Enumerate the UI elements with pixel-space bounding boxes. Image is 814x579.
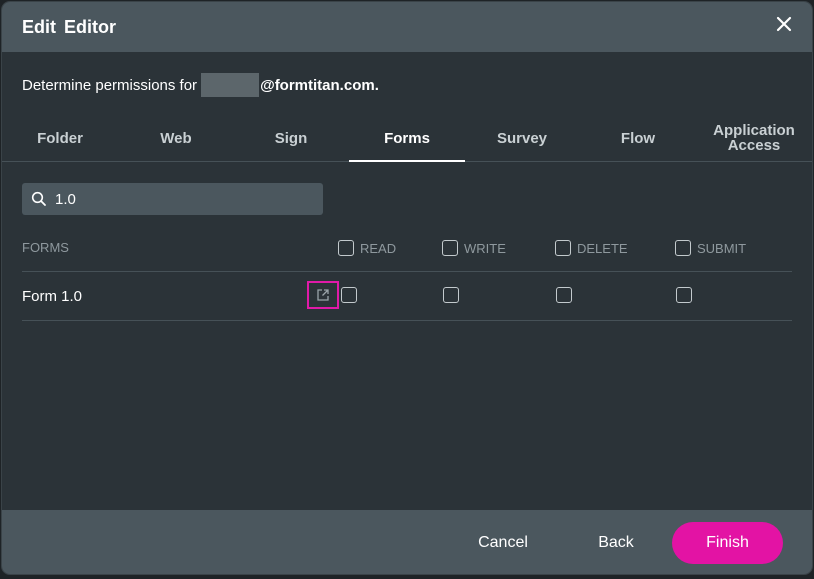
row-submit-checkbox[interactable] [676, 287, 692, 303]
tab-application-access[interactable]: Application Access [696, 115, 812, 161]
external-link-icon [317, 289, 329, 301]
table-row-divider [22, 320, 792, 321]
column-header-write-label: WRITE [464, 240, 506, 256]
column-header-forms: FORMS [22, 240, 69, 255]
close-icon[interactable] [770, 10, 798, 38]
select-all-delete-checkbox[interactable] [555, 240, 571, 256]
tab-folder[interactable]: Folder [2, 115, 118, 161]
row-delete-checkbox[interactable] [556, 287, 572, 303]
dialog-header: Edit Editor [2, 2, 812, 52]
column-header-write: WRITE [442, 240, 506, 256]
column-header-delete-label: DELETE [577, 240, 628, 256]
tab-flow[interactable]: Flow [580, 115, 696, 161]
tab-sign[interactable]: Sign [233, 115, 349, 161]
open-external-button[interactable] [307, 281, 339, 309]
row-read-checkbox[interactable] [341, 287, 357, 303]
dialog-footer: Cancel Back Finish [2, 510, 812, 574]
search-box [22, 183, 323, 215]
column-header-delete: DELETE [555, 240, 628, 256]
table-row-name: Form 1.0 [22, 288, 83, 305]
tab-survey[interactable]: Survey [464, 115, 580, 161]
tab-web[interactable]: Web [118, 115, 234, 161]
column-header-submit-label: SUBMIT [697, 240, 747, 256]
finish-button[interactable]: Finish [672, 522, 783, 564]
permissions-subtitle: Determine permissions for @formtitan.com… [22, 73, 379, 97]
cancel-button[interactable]: Cancel [468, 522, 538, 564]
table-divider [22, 271, 792, 272]
search-input[interactable] [53, 189, 307, 209]
select-all-read-checkbox[interactable] [338, 240, 354, 256]
permission-tabs: Folder Web Sign Forms Survey Flow Applic… [2, 115, 812, 162]
back-button[interactable]: Back [586, 522, 646, 564]
subtitle-email-domain: @formtitan.com. [260, 76, 379, 94]
column-header-read-label: READ [360, 240, 397, 256]
column-header-submit: SUBMIT [675, 240, 746, 256]
select-all-submit-checkbox[interactable] [675, 240, 691, 256]
subtitle-prefix: Determine permissions for [22, 76, 198, 94]
edit-editor-dialog: Edit Editor Determine permissions for @f… [2, 2, 812, 574]
row-write-checkbox[interactable] [443, 287, 459, 303]
redacted-email-user [201, 73, 260, 97]
search-icon [31, 191, 46, 206]
select-all-write-checkbox[interactable] [442, 240, 458, 256]
tab-forms[interactable]: Forms [349, 115, 465, 162]
dialog-title: Edit Editor [22, 17, 116, 37]
column-header-read: READ [338, 240, 396, 256]
